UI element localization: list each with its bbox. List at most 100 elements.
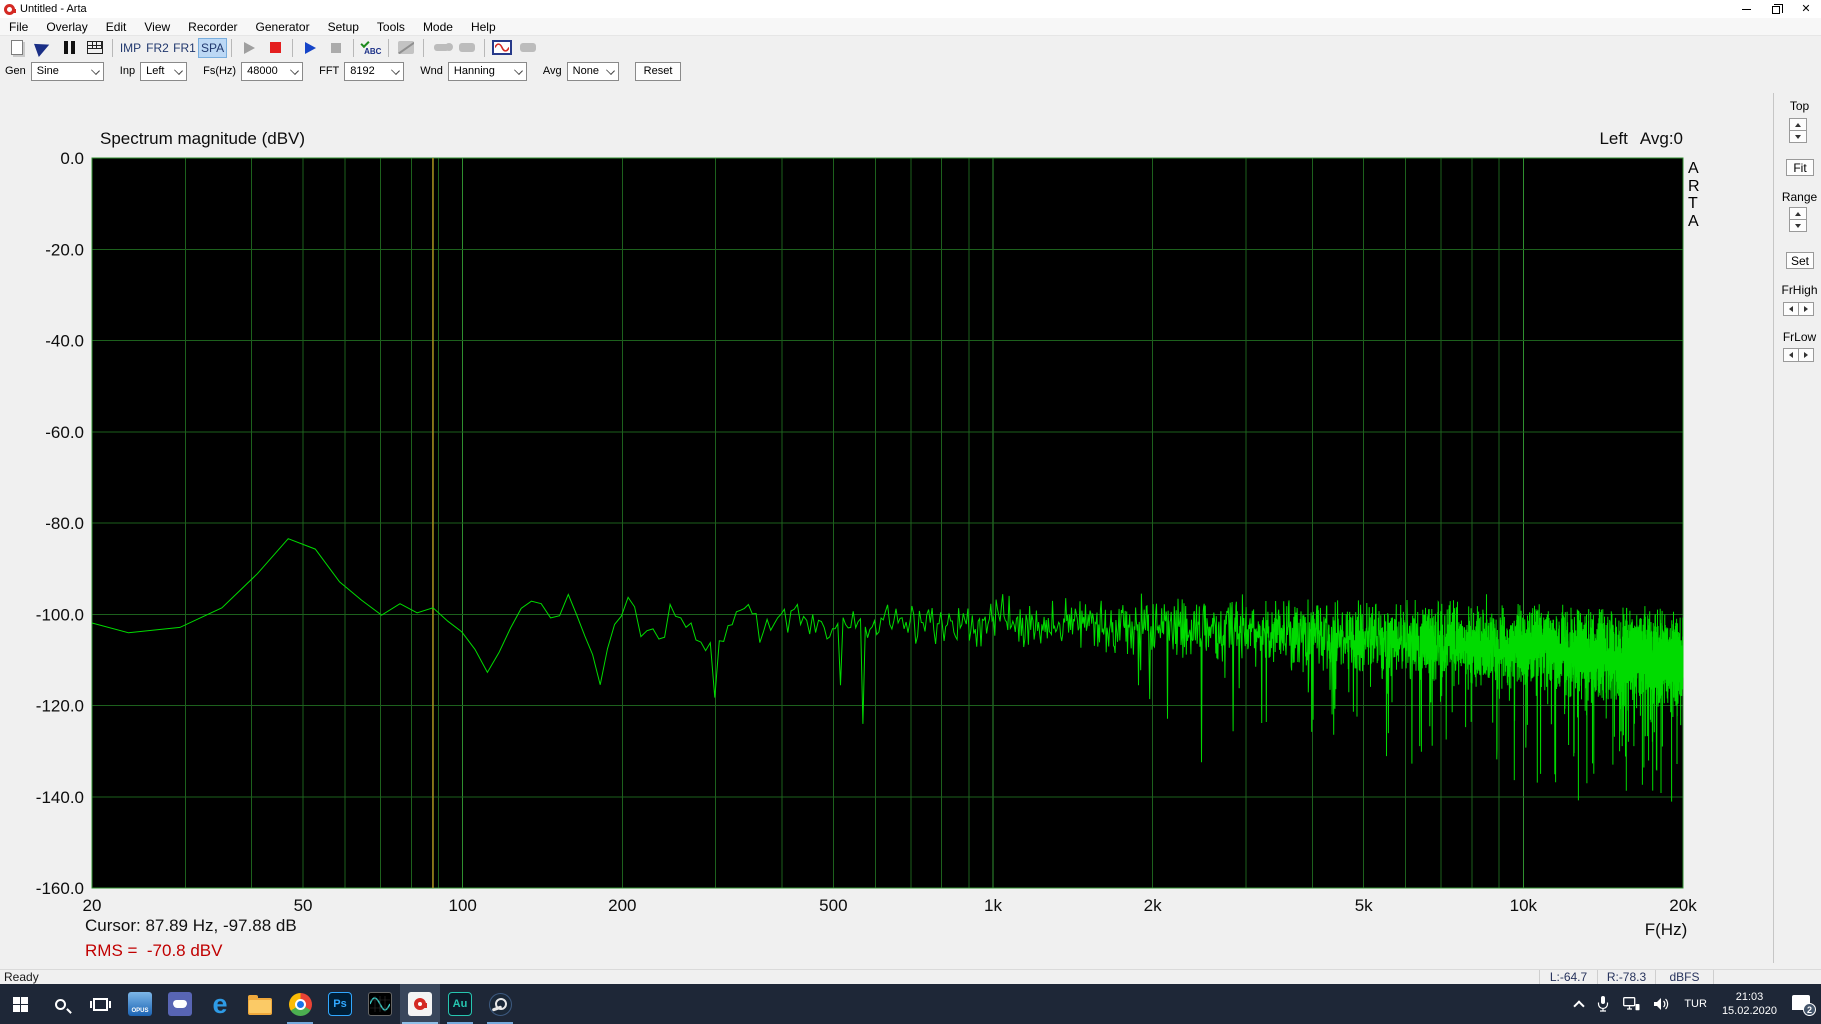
- sine-scope-icon: [492, 40, 512, 55]
- overlay-button[interactable]: [30, 37, 56, 59]
- tray-language[interactable]: TUR: [1677, 984, 1714, 1024]
- file-explorer-icon: [248, 998, 272, 1015]
- stop-record-button[interactable]: [262, 37, 288, 59]
- tray-volume[interactable]: [1647, 984, 1677, 1024]
- range-down-button[interactable]: [1789, 219, 1807, 232]
- start-recording-button[interactable]: [297, 37, 323, 59]
- restore-button[interactable]: [1761, 0, 1791, 18]
- fit-button[interactable]: Fit: [1786, 159, 1814, 176]
- taskbar-app-audition[interactable]: Au: [440, 984, 480, 1024]
- left-level-meter: L:-64.7: [1539, 970, 1597, 984]
- taskbar-app-chrome[interactable]: [280, 984, 320, 1024]
- taskbar-search-button[interactable]: [40, 984, 80, 1024]
- smoothing-disabled-button[interactable]: [393, 37, 419, 59]
- toolbar-separator: [231, 39, 232, 57]
- fft-select[interactable]: 8192: [344, 62, 404, 81]
- play-icon: [244, 42, 255, 54]
- band-disabled-button[interactable]: [454, 37, 480, 59]
- svg-text:100: 100: [448, 896, 476, 915]
- scope-view-button[interactable]: [489, 37, 515, 59]
- menu-view[interactable]: View: [135, 18, 179, 35]
- down-arrow-icon: [1795, 224, 1801, 228]
- taskbar-app-steam[interactable]: [480, 984, 520, 1024]
- spectrum-plot[interactable]: 0.0-20.0-40.0-60.0-80.0-100.0-120.0-140.…: [0, 83, 1770, 969]
- mode-fr1-button[interactable]: FR1: [171, 38, 198, 58]
- wnd-select[interactable]: Hanning: [448, 62, 527, 81]
- taskbar-app-photoshop[interactable]: Ps: [320, 984, 360, 1024]
- main-toolbar: IMP FR2 FR1 SPA ABC: [0, 35, 1821, 59]
- taskbar-app-opus[interactable]: OPUS: [120, 984, 160, 1024]
- network-icon: [1623, 997, 1640, 1011]
- marker-disabled-button[interactable]: [428, 37, 454, 59]
- top-down-button[interactable]: [1789, 130, 1807, 143]
- edge-icon: e: [212, 992, 227, 1016]
- up-arrow-icon: [1795, 212, 1801, 216]
- reset-button[interactable]: Reset: [635, 62, 682, 81]
- svg-text:5k: 5k: [1355, 896, 1373, 915]
- tray-clock[interactable]: 21:03 15.02.2020: [1714, 990, 1785, 1018]
- toolbar-separator: [388, 39, 389, 57]
- frlow-spinner: [1783, 348, 1814, 362]
- tray-microphone[interactable]: [1590, 984, 1616, 1024]
- photoshop-icon: Ps: [328, 992, 352, 1016]
- svg-text:20: 20: [83, 896, 102, 915]
- taskbar-app-edge[interactable]: e: [200, 984, 240, 1024]
- fs-select[interactable]: 48000: [241, 62, 303, 81]
- menu-overlay[interactable]: Overlay: [37, 18, 96, 35]
- tray-expand-button[interactable]: [1568, 984, 1590, 1024]
- inp-select[interactable]: Left: [140, 62, 187, 81]
- mode-imp-button[interactable]: IMP: [117, 38, 144, 58]
- tray-network[interactable]: [1616, 984, 1647, 1024]
- svg-text:-120.0: -120.0: [36, 697, 84, 716]
- status-bar: Ready L:-64.7 R:-78.3 dBFS: [0, 969, 1821, 984]
- waveform-app-icon: [368, 992, 392, 1016]
- taskbar-app-plotter[interactable]: [360, 984, 400, 1024]
- frhigh-left-button[interactable]: [1783, 302, 1799, 316]
- system-tray: TUR 21:03 15.02.2020 2: [1568, 984, 1821, 1024]
- minimize-button[interactable]: [1731, 0, 1761, 18]
- action-center-button[interactable]: 2: [1785, 984, 1821, 1024]
- menu-generator[interactable]: Generator: [247, 18, 319, 35]
- menu-recorder[interactable]: Recorder: [179, 18, 246, 35]
- svg-text:-40.0: -40.0: [45, 332, 84, 351]
- svg-text:-60.0: -60.0: [45, 423, 84, 442]
- menu-file[interactable]: File: [0, 18, 37, 35]
- start-button[interactable]: [0, 984, 40, 1024]
- taskbar-app-arta[interactable]: [400, 984, 440, 1024]
- gen-select[interactable]: Sine: [31, 62, 104, 81]
- frlow-right-button[interactable]: [1798, 348, 1814, 362]
- menu-tools[interactable]: Tools: [368, 18, 414, 35]
- menu-edit[interactable]: Edit: [97, 18, 136, 35]
- menu-help[interactable]: Help: [462, 18, 505, 35]
- table-view-button[interactable]: [82, 37, 108, 59]
- windows-taskbar: OPUS e Ps Au TUR 21:03: [0, 984, 1821, 1024]
- frlow-left-button[interactable]: [1783, 348, 1799, 362]
- avg-select[interactable]: None: [567, 62, 619, 81]
- extra-disabled-button[interactable]: [515, 37, 541, 59]
- svg-text:10k: 10k: [1510, 896, 1538, 915]
- taskbar-app-explorer[interactable]: [240, 984, 280, 1024]
- toolbar-separator: [292, 39, 293, 57]
- pause-button[interactable]: [56, 37, 82, 59]
- clock-date: 15.02.2020: [1722, 1004, 1777, 1018]
- mode-spa-button[interactable]: SPA: [198, 38, 227, 58]
- close-button[interactable]: ✕: [1791, 0, 1821, 18]
- taskbar-app-discord[interactable]: [160, 984, 200, 1024]
- calibrate-button[interactable]: ABC: [358, 37, 384, 59]
- menu-mode[interactable]: Mode: [414, 18, 462, 35]
- new-file-button[interactable]: [4, 37, 30, 59]
- frhigh-right-button[interactable]: [1798, 302, 1814, 316]
- set-button[interactable]: Set: [1786, 252, 1814, 269]
- menu-setup[interactable]: Setup: [319, 18, 368, 35]
- mode-fr2-button[interactable]: FR2: [144, 38, 171, 58]
- speaker-icon: [1654, 997, 1670, 1011]
- toolbar-separator: [112, 39, 113, 57]
- chevron-down-icon: [174, 66, 183, 75]
- gen-label: Gen: [5, 65, 26, 77]
- task-view-button[interactable]: [80, 984, 120, 1024]
- stop-disabled-button[interactable]: [323, 37, 349, 59]
- right-arrow-icon: [1804, 352, 1808, 358]
- play-disabled-button[interactable]: [236, 37, 262, 59]
- arta-icon: [408, 992, 432, 1016]
- overlay-icon: [34, 39, 52, 57]
